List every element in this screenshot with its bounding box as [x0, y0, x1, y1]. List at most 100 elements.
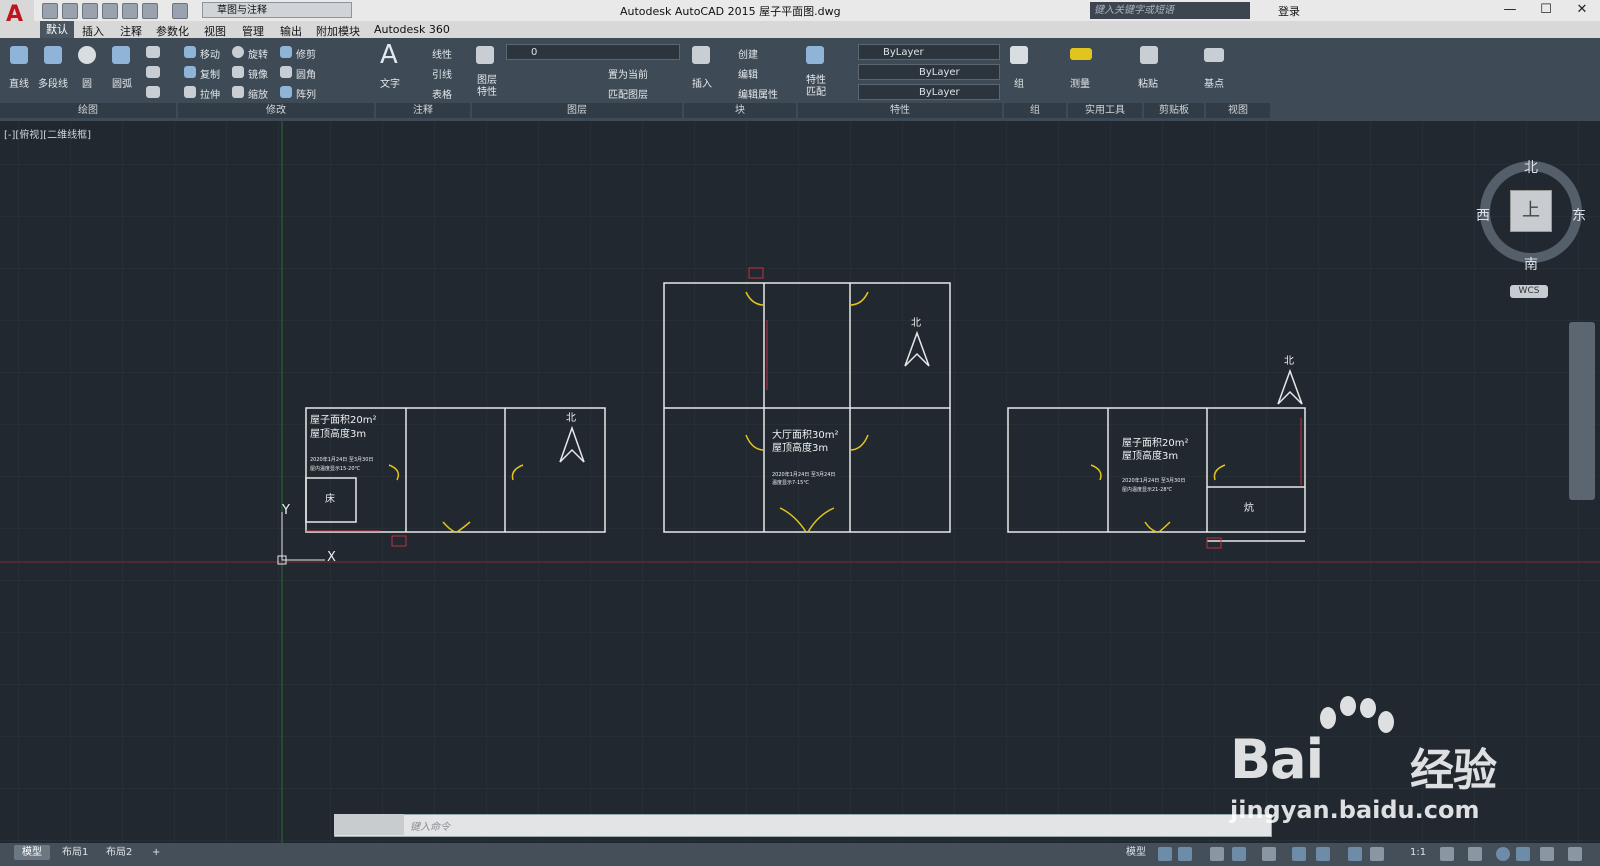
save-icon[interactable]	[82, 3, 98, 19]
isolate-icon[interactable]	[1496, 847, 1510, 861]
layer-properties-button[interactable]: 图层 特性	[477, 75, 497, 99]
color-dropdown[interactable]: ByLayer	[858, 44, 1000, 60]
group-panel-title[interactable]: 组	[1004, 103, 1066, 118]
tab-a360[interactable]: Autodesk 360	[374, 23, 450, 36]
layout-tab-1[interactable]: 布局1	[54, 845, 96, 860]
compass-north[interactable]: 北	[1524, 157, 1538, 177]
maximize-button[interactable]: ☐	[1528, 0, 1564, 21]
paste-icon[interactable]	[1140, 46, 1158, 64]
annotation-panel-title[interactable]: 注释	[376, 103, 470, 118]
view-panel-title[interactable]: 视图	[1206, 103, 1270, 118]
scale-button[interactable]: 缩放	[248, 86, 268, 101]
tab-output[interactable]: 输出	[280, 23, 302, 39]
text-button[interactable]: 文字	[380, 75, 400, 90]
tab-addins[interactable]: 附加模块	[316, 23, 360, 39]
modify-panel-title[interactable]: 修改	[178, 103, 374, 118]
paste-button[interactable]: 粘贴	[1138, 75, 1158, 90]
lineweight-dropdown[interactable]: ByLayer	[858, 84, 1000, 100]
rotate-button[interactable]: 旋转	[248, 46, 268, 61]
close-button[interactable]: ✕	[1564, 0, 1600, 21]
layout-tab-model[interactable]: 模型	[14, 845, 50, 860]
layout-tab-add[interactable]: +	[144, 845, 168, 860]
linetype-dropdown[interactable]: ByLayer	[858, 64, 1000, 80]
rectangle-icon[interactable]	[146, 46, 160, 58]
table-button[interactable]: 表格	[432, 86, 452, 101]
group-button[interactable]: 组	[1014, 75, 1024, 90]
command-line-controls[interactable]	[334, 814, 404, 835]
polyline-button[interactable]: 多段线	[38, 75, 68, 90]
hardware-accel-icon[interactable]	[1516, 847, 1530, 861]
tab-annotate[interactable]: 注释	[120, 23, 142, 39]
print-icon[interactable]	[122, 3, 138, 19]
measure-button[interactable]: 测量	[1070, 75, 1090, 90]
autoscale-icon[interactable]	[1370, 847, 1384, 861]
array-button[interactable]: 阵列	[296, 86, 316, 101]
compass-south[interactable]: 南	[1524, 254, 1538, 274]
insert-button[interactable]: 插入	[692, 75, 712, 90]
undo-icon[interactable]	[142, 3, 158, 19]
customize-icon[interactable]	[1568, 847, 1582, 861]
circle-icon[interactable]	[78, 46, 96, 64]
ortho-icon[interactable]	[1210, 847, 1224, 861]
command-input[interactable]: 键入命令	[410, 818, 450, 833]
gear-icon[interactable]	[1440, 847, 1454, 861]
snap-icon[interactable]	[1178, 847, 1192, 861]
compass-west[interactable]: 西	[1476, 205, 1490, 225]
polar-icon[interactable]	[1232, 847, 1246, 861]
utilities-panel-title[interactable]: 实用工具	[1068, 103, 1142, 118]
crosshair-icon[interactable]	[1468, 847, 1482, 861]
login-button[interactable]: 登录	[1278, 3, 1300, 19]
edit-block-button[interactable]: 编辑	[738, 66, 758, 81]
line-button[interactable]: 直线	[9, 75, 29, 90]
command-line[interactable]	[334, 814, 1272, 837]
text-icon[interactable]: A	[380, 40, 398, 70]
leader-button[interactable]: 引线	[432, 66, 452, 81]
tab-insert[interactable]: 插入	[82, 23, 104, 39]
properties-panel-title[interactable]: 特性	[798, 103, 1002, 118]
osnap-icon[interactable]	[1262, 847, 1276, 861]
viewport-controls[interactable]: [-][俯视][二维线框]	[4, 126, 91, 141]
move-button[interactable]: 移动	[200, 46, 220, 61]
hatch-icon[interactable]	[146, 66, 160, 78]
layer-properties-icon[interactable]	[476, 46, 494, 64]
workspace-dropdown[interactable]: 草图与注释	[202, 2, 352, 18]
trim-button[interactable]: 修剪	[296, 46, 316, 61]
fillet-button[interactable]: 圆角	[296, 66, 316, 81]
wcs-menu[interactable]: WCS	[1510, 285, 1548, 298]
group-icon[interactable]	[1010, 46, 1028, 64]
search-input[interactable]: 键入关键字或短语	[1090, 2, 1250, 19]
block-panel-title[interactable]: 块	[684, 103, 796, 118]
measure-icon[interactable]	[1070, 48, 1092, 60]
tab-view[interactable]: 视图	[204, 23, 226, 39]
insert-icon[interactable]	[692, 46, 710, 64]
draw-panel-title[interactable]: 绘图	[0, 103, 176, 118]
region-icon[interactable]	[146, 86, 160, 98]
edit-attributes-button[interactable]: 编辑属性	[738, 86, 778, 101]
redo-icon[interactable]	[172, 3, 188, 19]
stretch-button[interactable]: 拉伸	[200, 86, 220, 101]
compass-east[interactable]: 东	[1572, 205, 1586, 225]
model-space-toggle[interactable]: 模型	[1118, 845, 1154, 860]
circle-button[interactable]: 圆	[82, 75, 92, 90]
clipboard-panel-title[interactable]: 剪贴板	[1144, 103, 1204, 118]
annotation-visibility-icon[interactable]	[1348, 847, 1362, 861]
match-layer-button[interactable]: 匹配图层	[608, 86, 648, 101]
base-button[interactable]: 基点	[1204, 75, 1224, 90]
new-icon[interactable]	[42, 3, 58, 19]
clean-screen-icon[interactable]	[1540, 847, 1554, 861]
viewcube-top-face[interactable]: 上	[1510, 190, 1552, 232]
dynamic-ucs-icon[interactable]	[1316, 847, 1330, 861]
tab-default[interactable]: 默认	[40, 21, 74, 38]
arc-button[interactable]: 圆弧	[112, 75, 132, 90]
set-current-layer-button[interactable]: 置为当前	[608, 66, 648, 81]
layer-dropdown[interactable]: 0	[506, 44, 680, 60]
saveas-icon[interactable]	[102, 3, 118, 19]
polyline-icon[interactable]	[44, 46, 62, 64]
match-properties-icon[interactable]	[806, 46, 824, 64]
otrack-icon[interactable]	[1292, 847, 1306, 861]
create-block-button[interactable]: 创建	[738, 46, 758, 61]
grid-icon[interactable]	[1158, 847, 1172, 861]
copy-button[interactable]: 复制	[200, 66, 220, 81]
base-icon[interactable]	[1204, 48, 1224, 62]
tab-parametric[interactable]: 参数化	[156, 23, 189, 39]
